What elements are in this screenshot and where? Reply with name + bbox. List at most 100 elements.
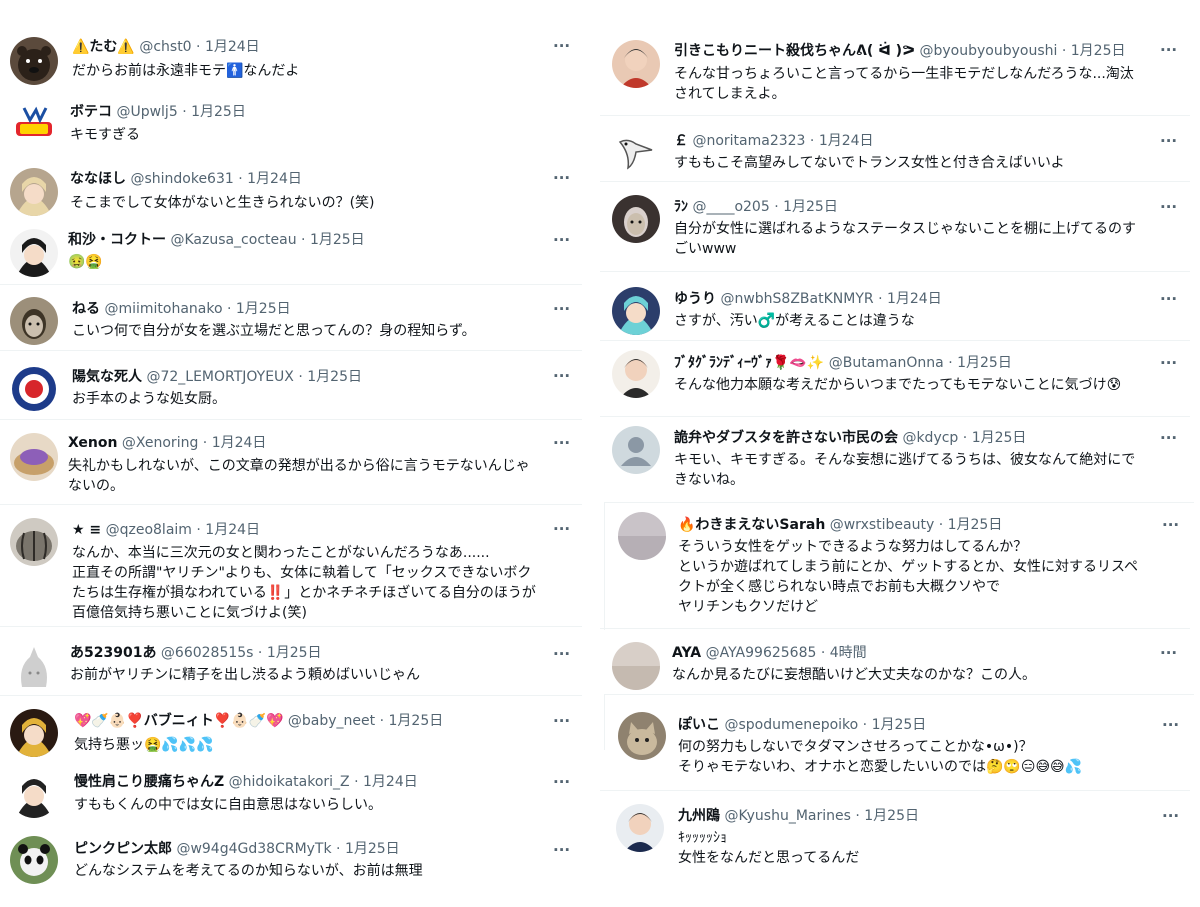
user-avatar[interactable] bbox=[618, 512, 666, 560]
display-name[interactable]: 慢性肩こり腰痛ちゃんZ bbox=[74, 774, 224, 790]
display-name[interactable]: ボテコ bbox=[70, 104, 112, 120]
user-handle[interactable]: @byoubyoubyoushi bbox=[920, 43, 1058, 59]
display-name[interactable]: 🔥わきまえないSarah bbox=[678, 517, 825, 533]
user-avatar[interactable] bbox=[10, 836, 58, 884]
display-name[interactable]: 引きこもりニート殺伐ちゃんᕕ( ᐛ )ᕗ bbox=[674, 43, 915, 59]
tweet-date[interactable]: 1月24日 bbox=[205, 522, 260, 538]
more-options-icon[interactable]: ··· bbox=[1160, 43, 1177, 58]
more-options-icon[interactable]: ··· bbox=[553, 302, 570, 317]
tweet-date[interactable]: 1月25日 bbox=[236, 301, 291, 317]
user-avatar[interactable] bbox=[10, 770, 58, 818]
user-avatar[interactable] bbox=[10, 37, 58, 85]
display-name[interactable]: ￡ bbox=[674, 133, 688, 149]
display-name[interactable]: ﾌﾞﾀｸﾞﾗﾝﾃﾞｨｰｳﾞｧ🌹🫦✨ bbox=[674, 355, 824, 371]
user-avatar[interactable] bbox=[10, 518, 58, 566]
user-handle[interactable]: @AYA99625685 bbox=[706, 645, 817, 661]
user-handle[interactable]: @ButamanOnna bbox=[829, 355, 944, 371]
tweet-date[interactable]: 1月24日 bbox=[363, 774, 418, 790]
user-handle[interactable]: @w94g4Gd38CRMyTk bbox=[176, 841, 331, 857]
tweet-date[interactable]: 1月25日 bbox=[872, 717, 927, 733]
tweet-date[interactable]: 1月25日 bbox=[345, 841, 400, 857]
tweet-date[interactable]: 1月25日 bbox=[948, 517, 1003, 533]
user-handle[interactable]: @shindoke631 bbox=[130, 171, 233, 187]
display-name[interactable]: 和沙・コクトー bbox=[68, 232, 166, 248]
more-options-icon[interactable]: ··· bbox=[553, 843, 570, 858]
user-handle[interactable]: @spodumenepoiko bbox=[724, 717, 858, 733]
tweet-date[interactable]: 1月25日 bbox=[389, 713, 444, 729]
more-options-icon[interactable]: ··· bbox=[1162, 718, 1179, 733]
more-options-icon[interactable]: ··· bbox=[553, 775, 570, 790]
user-avatar[interactable] bbox=[10, 433, 58, 481]
more-options-icon[interactable]: ··· bbox=[553, 233, 570, 248]
more-options-icon[interactable]: ··· bbox=[553, 171, 570, 186]
more-options-icon[interactable]: ··· bbox=[1160, 646, 1177, 661]
tweet-date[interactable]: 4時間 bbox=[830, 645, 867, 661]
more-options-icon[interactable]: ··· bbox=[1160, 292, 1177, 307]
tweet-date[interactable]: 1月24日 bbox=[205, 39, 260, 55]
display-name[interactable]: ななほし bbox=[70, 171, 126, 187]
user-avatar[interactable] bbox=[10, 229, 58, 277]
more-options-icon[interactable]: ··· bbox=[553, 522, 570, 537]
user-handle[interactable]: @66028515s bbox=[161, 645, 254, 661]
user-avatar[interactable] bbox=[612, 287, 660, 335]
tweet-date[interactable]: 1月25日 bbox=[783, 199, 838, 215]
display-name[interactable]: ねる bbox=[72, 301, 100, 317]
user-handle[interactable]: @miimitohanako bbox=[104, 301, 222, 317]
more-options-icon[interactable]: ··· bbox=[1160, 356, 1177, 371]
tweet-date[interactable]: 1月25日 bbox=[972, 430, 1027, 446]
display-name[interactable]: 九州鴎 bbox=[678, 808, 720, 824]
display-name[interactable]: ぽいこ bbox=[678, 717, 720, 733]
display-name[interactable]: 💖🍼👶🏻❣️バブニィト❣️👶🏻🍼💖 bbox=[74, 713, 283, 729]
tweet-date[interactable]: 1月25日 bbox=[957, 355, 1012, 371]
display-name[interactable]: Xenon bbox=[68, 435, 117, 451]
tweet-date[interactable]: 1月25日 bbox=[307, 369, 362, 385]
more-options-icon[interactable]: ··· bbox=[1162, 809, 1179, 824]
more-options-icon[interactable]: ··· bbox=[553, 647, 570, 662]
more-options-icon[interactable]: ··· bbox=[1160, 200, 1177, 215]
user-avatar[interactable] bbox=[10, 297, 58, 345]
user-avatar[interactable] bbox=[10, 365, 58, 413]
user-avatar[interactable] bbox=[616, 804, 664, 852]
more-options-icon[interactable]: ··· bbox=[553, 39, 570, 54]
user-avatar[interactable] bbox=[612, 426, 660, 474]
user-avatar[interactable] bbox=[10, 100, 58, 148]
display-name[interactable]: ⚠️たむ⚠️ bbox=[72, 39, 135, 55]
display-name[interactable]: 詭弁やダブスタを許さない市民の会 bbox=[674, 430, 898, 446]
user-avatar[interactable] bbox=[612, 40, 660, 88]
user-handle[interactable]: @hidoikatakori_Z bbox=[229, 774, 350, 790]
user-avatar[interactable] bbox=[618, 712, 666, 760]
tweet-date[interactable]: 1月25日 bbox=[267, 645, 322, 661]
tweet-date[interactable]: 1月25日 bbox=[310, 232, 365, 248]
user-handle[interactable]: @Kyushu_Marines bbox=[724, 808, 850, 824]
user-handle[interactable]: @noritama2323 bbox=[692, 133, 805, 149]
display-name[interactable]: ピンクピン太郎 bbox=[74, 841, 172, 857]
user-handle[interactable]: @Xenoring bbox=[122, 435, 198, 451]
display-name[interactable]: AYA bbox=[672, 645, 701, 661]
more-options-icon[interactable]: ··· bbox=[553, 369, 570, 384]
user-handle[interactable]: @____o205 bbox=[692, 199, 769, 215]
tweet-date[interactable]: 1月24日 bbox=[212, 435, 267, 451]
user-avatar[interactable] bbox=[612, 195, 660, 243]
more-options-icon[interactable]: ··· bbox=[553, 436, 570, 451]
display-name[interactable]: あ523901あ bbox=[70, 645, 156, 661]
tweet-date[interactable]: 1月24日 bbox=[819, 133, 874, 149]
user-handle[interactable]: @Upwlj5 bbox=[116, 104, 177, 120]
tweet-date[interactable]: 1月24日 bbox=[887, 291, 942, 307]
user-handle[interactable]: @nwbhS8ZBatKNMYR bbox=[720, 291, 873, 307]
user-handle[interactable]: @Kazusa_cocteau bbox=[170, 232, 296, 248]
more-options-icon[interactable]: ··· bbox=[1160, 134, 1177, 149]
user-avatar[interactable] bbox=[10, 168, 58, 216]
tweet-date[interactable]: 1月24日 bbox=[247, 171, 302, 187]
user-handle[interactable]: @wrxstibeauty bbox=[830, 517, 935, 533]
more-options-icon[interactable]: ··· bbox=[1162, 518, 1179, 533]
more-options-icon[interactable]: ··· bbox=[553, 714, 570, 729]
tweet-date[interactable]: 1月25日 bbox=[191, 104, 246, 120]
user-avatar[interactable] bbox=[612, 350, 660, 398]
display-name[interactable]: 陽気な死人 bbox=[72, 369, 142, 385]
display-name[interactable]: ﾗﾝ bbox=[674, 199, 688, 215]
display-name[interactable]: ★ ≡ bbox=[72, 522, 101, 538]
tweet-date[interactable]: 1月25日 bbox=[1071, 43, 1126, 59]
display-name[interactable]: ゆうり bbox=[674, 291, 716, 307]
user-avatar[interactable] bbox=[10, 643, 58, 691]
user-avatar[interactable] bbox=[10, 709, 58, 757]
